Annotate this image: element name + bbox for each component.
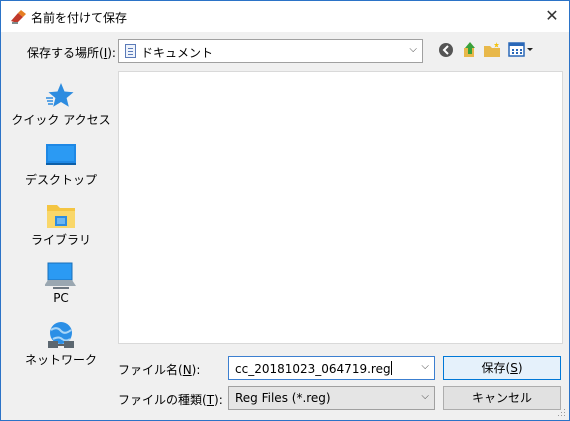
close-button[interactable]: ✕	[535, 1, 569, 32]
up-folder-icon[interactable]	[460, 41, 478, 59]
star-icon	[46, 83, 74, 107]
title-bar: 名前を付けて保存 ✕	[1, 1, 569, 32]
desktop-icon	[46, 144, 76, 165]
regedit-app-icon	[11, 10, 26, 24]
filename-value: cc_20181023_064719.reg	[235, 362, 391, 376]
filename-label: ファイル名(N):	[118, 363, 201, 377]
chevron-down-icon: ⌵	[409, 44, 417, 55]
save-accesskey: S	[510, 361, 518, 375]
place-label: クイック アクセス	[11, 113, 111, 127]
filetype-label: ファイルの種類(T):	[118, 393, 223, 407]
text-caret	[390, 361, 392, 375]
pc-icon	[45, 262, 76, 289]
places-bar: クイック アクセス デスクトップ ライブラリ PC ネットワーク	[9, 71, 113, 415]
chevron-down-icon: ⌵	[421, 391, 429, 402]
save-label: 保存(	[481, 361, 511, 375]
file-list[interactable]	[118, 71, 563, 344]
filename-text: cc_20181023_064719.reg	[235, 361, 392, 376]
save-button[interactable]: 保存(S)	[443, 356, 561, 380]
new-folder-icon[interactable]	[483, 41, 501, 59]
location-combobox[interactable]: ドキュメント ⌵	[118, 39, 423, 63]
chevron-down-icon[interactable]: ⌵	[421, 361, 429, 372]
filename-input[interactable]: cc_20181023_064719.reg ⌵	[228, 356, 435, 380]
place-label: PC	[53, 291, 69, 305]
location-value: ドキュメント	[141, 46, 214, 60]
cancel-button[interactable]: キャンセル	[443, 386, 561, 410]
save-label-end: )	[517, 361, 523, 375]
place-label: ネットワーク	[24, 353, 97, 367]
network-icon	[48, 322, 74, 348]
place-pc[interactable]: PC	[9, 257, 113, 313]
filetype-select[interactable]: Reg Files (*.reg) ⌵	[228, 386, 435, 410]
library-folder-icon	[47, 205, 75, 228]
filetype-value: Reg Files (*.reg)	[235, 391, 331, 405]
location-label: 保存する場所(I):	[27, 46, 116, 60]
resize-grip-icon[interactable]	[556, 407, 566, 417]
view-menu-icon[interactable]	[508, 41, 534, 59]
place-network[interactable]: ネットワーク	[9, 317, 113, 373]
back-arrow-icon[interactable]	[437, 41, 455, 59]
window-title: 名前を付けて保存	[31, 11, 128, 25]
place-label: デスクトップ	[24, 173, 97, 187]
documents-icon	[125, 44, 136, 58]
place-libraries[interactable]: ライブラリ	[9, 197, 113, 253]
place-desktop[interactable]: デスクトップ	[9, 137, 113, 193]
place-quick-access[interactable]: クイック アクセス	[9, 77, 113, 133]
save-as-dialog: 名前を付けて保存 ✕ 保存する場所(I): ドキュメント ⌵ クイック アクセス	[0, 0, 570, 421]
place-label: ライブラリ	[30, 233, 91, 247]
